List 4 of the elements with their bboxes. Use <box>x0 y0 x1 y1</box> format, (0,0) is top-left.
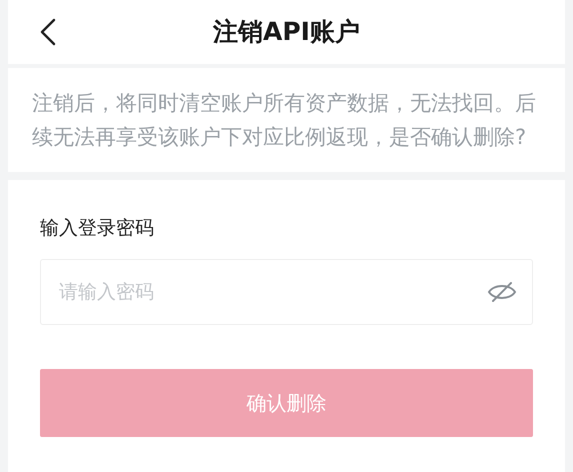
notice-text: 注销后，将同时清空账户所有资产数据，无法找回。后续无法再享受该账户下对应比例返现，是否确认删除? <box>32 90 537 151</box>
field-label: 输入登录密码 <box>40 216 155 241</box>
password-field[interactable]: 请输入密码 <box>40 258 533 324</box>
page-title: 注销API账户 <box>213 16 360 48</box>
